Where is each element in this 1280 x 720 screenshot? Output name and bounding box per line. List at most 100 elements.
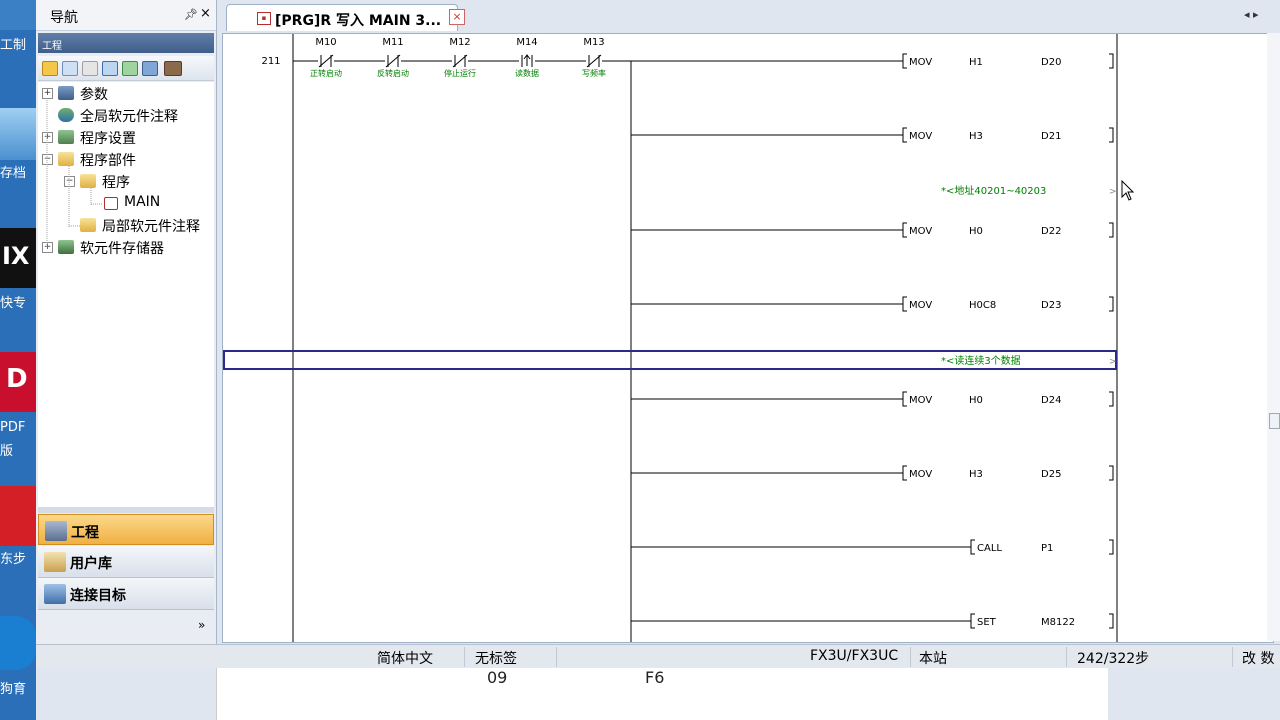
instruction-open-bracket — [970, 539, 975, 555]
nav-footer: » — [38, 610, 214, 642]
contact-device: M13 — [583, 37, 604, 48]
ladder-editor[interactable]: 211 M10 正转启动 M11 反转启动 M12 停止运行 M14 读数据 M13 写频率 MO… — [222, 33, 1274, 643]
instruction-operand: D23 — [1041, 300, 1061, 311]
new-data-icon[interactable] — [42, 61, 58, 76]
instruction-operand: D22 — [1041, 226, 1061, 237]
paste-icon[interactable] — [82, 61, 98, 76]
desktop-label: 狗育 — [0, 682, 27, 697]
instruction-op: MOV — [909, 395, 932, 406]
property-icon[interactable] — [102, 61, 118, 76]
instruction-operand: H3 — [969, 469, 983, 480]
contact-device: M11 — [382, 37, 403, 48]
status-mode: 改 数 — [1242, 651, 1275, 667]
contact-comment: 停止运行 — [444, 68, 476, 78]
instruction-operand: P1 — [1041, 543, 1053, 554]
settings-dropdown-icon[interactable] — [164, 61, 182, 76]
background-area — [36, 668, 216, 720]
nav-title: 导航 — [50, 10, 78, 26]
contact-comment: 读数据 — [515, 68, 539, 78]
desktop-icon[interactable] — [0, 616, 36, 670]
instruction-operand: D21 — [1041, 131, 1061, 142]
tab-close-button[interactable]: × — [449, 9, 465, 25]
instruction-close-bracket — [1109, 127, 1114, 143]
contact-comment: 正转启动 — [310, 68, 342, 78]
mouse-cursor-icon — [1121, 180, 1135, 201]
desktop-icon[interactable]: IX — [0, 228, 36, 288]
background-text: 09 — [487, 668, 508, 687]
background-window: 09 F6 — [216, 668, 1110, 720]
contact-m12: M12 停止运行 — [444, 37, 476, 78]
desktop-strip: 工制 存档 IX 快专 D PDF 版 东步 狗育 — [0, 0, 36, 720]
instruction-close-bracket — [1109, 222, 1114, 238]
pin-icon[interactable]: 📌︎ — [184, 8, 198, 21]
contact-device: M14 — [516, 37, 537, 48]
statement-comment: *<地址40201~40203 — [941, 184, 1046, 197]
nav-splitter[interactable] — [38, 507, 214, 513]
status-steps: 242/322步 — [1077, 651, 1150, 667]
contact-m14: M14 读数据 — [515, 37, 539, 78]
contact-comment: 写频率 — [582, 68, 606, 78]
tab-main-program[interactable]: ▪ [PRG]R 写入 MAIN 3... × — [226, 4, 465, 31]
sort-icon[interactable] — [142, 61, 158, 76]
copy-icon[interactable] — [62, 61, 78, 76]
status-label: 无标签 — [475, 651, 517, 667]
ladder-diagram: 211 M10 正转启动 M11 反转启动 M12 停止运行 M14 读数据 M13 写频率 MO… — [223, 34, 1118, 642]
instruction-row: MOV H0 D22 — [631, 222, 1114, 238]
instruction-close-bracket — [1109, 391, 1114, 407]
project-header: 工程 — [38, 33, 214, 53]
desktop-icon[interactable] — [0, 108, 36, 160]
instruction-close-bracket — [1109, 613, 1114, 629]
more-buttons-icon[interactable]: » — [198, 618, 205, 632]
instruction-op: CALL — [977, 543, 1002, 554]
tab-title: [PRG]R 写入 MAIN 3... — [275, 13, 442, 29]
editor-tab-bar: ▪ [PRG]R 写入 MAIN 3... × ◂ ▸ — [220, 0, 1280, 31]
program-file-icon: ▪ — [257, 12, 271, 25]
connection-destination-button[interactable]: 连接目标 — [38, 578, 214, 610]
project-icon — [45, 521, 67, 541]
user-library-button[interactable]: 用户库 — [38, 546, 214, 578]
vertical-scrollbar[interactable] — [1267, 33, 1280, 641]
contact-device: M10 — [315, 37, 336, 48]
project-header-label: 工程 — [42, 41, 62, 52]
instruction-row: MOV H0C8 D23 — [631, 296, 1114, 312]
desktop-icon[interactable] — [0, 486, 36, 546]
instruction-operand: H3 — [969, 131, 983, 142]
instruction-op: MOV — [909, 131, 932, 142]
instruction-row: MOV H0 D24 — [631, 391, 1114, 407]
instruction-close-bracket — [1109, 53, 1114, 69]
instruction-open-bracket — [902, 465, 907, 481]
tab-scroll-buttons[interactable]: ◂ ▸ — [1244, 8, 1259, 21]
nav-close-button[interactable]: × — [200, 6, 211, 21]
instruction-close-bracket — [1109, 539, 1114, 555]
instruction-open-bracket — [902, 127, 907, 143]
instruction-operand: D25 — [1041, 469, 1061, 480]
user-library-label: 用户库 — [70, 556, 112, 572]
desktop-label: PDF — [0, 420, 26, 435]
status-separator — [556, 647, 557, 667]
instruction-row: MOV H3 D25 — [631, 465, 1114, 481]
instruction-op: MOV — [909, 300, 932, 311]
instruction-operand: D20 — [1041, 57, 1061, 68]
desktop-icon[interactable]: D — [0, 352, 36, 412]
refresh-icon[interactable] — [122, 61, 138, 76]
step-number: 211 — [261, 56, 280, 67]
scrollbar-thumb[interactable] — [1269, 413, 1280, 429]
status-language: 简体中文 — [377, 651, 433, 667]
status-separator — [464, 647, 465, 667]
desktop-tile-text: IX — [2, 242, 30, 270]
status-plc-model: FX3U/FX3UC — [810, 648, 899, 664]
project-view-button[interactable]: 工程 — [38, 514, 214, 545]
connection-destination-label: 连接目标 — [70, 588, 126, 604]
desktop-icon[interactable] — [0, 0, 36, 30]
instruction-row: CALL P1 — [631, 539, 1114, 555]
instruction-row: SET M8122 — [631, 613, 1114, 629]
instruction-operand: D24 — [1041, 395, 1061, 406]
instruction-op: MOV — [909, 226, 932, 237]
instruction-row: MOV H1 D20 — [902, 53, 1114, 69]
instruction-operand: H0 — [969, 226, 983, 237]
connection-icon — [44, 584, 66, 604]
instruction-op: MOV — [909, 57, 932, 68]
rows-group: MOV H1 D20 MOV H3 D21 *<地址40201~40203 > MOV H0 D22… — [223, 53, 1117, 629]
status-bar: 简体中文 无标签 FX3U/FX3UC 本站 242/322步 改 数 — [36, 644, 1280, 669]
instruction-close-bracket — [1109, 296, 1114, 312]
